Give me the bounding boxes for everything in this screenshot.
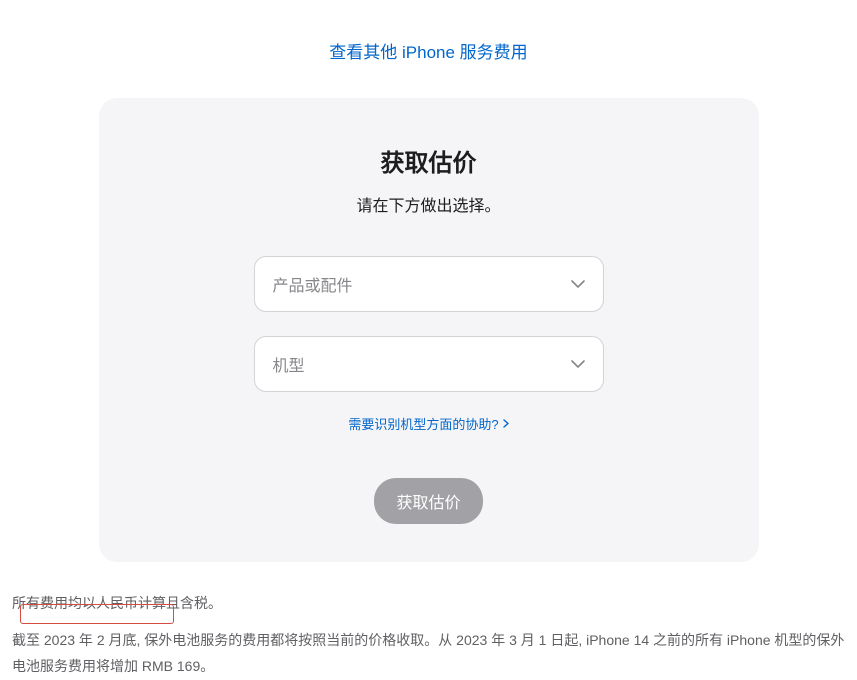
footer-notes: 所有费用均以人民币计算且含税。 截至 2023 年 2 月底, 保外电池服务的费… <box>0 562 857 680</box>
product-select[interactable]: 产品或配件 <box>254 256 604 312</box>
get-estimate-button[interactable]: 获取估价 <box>374 478 482 524</box>
view-other-services-link[interactable]: 查看其他 iPhone 服务费用 <box>329 43 527 62</box>
estimate-card: 获取估价 请在下方做出选择。 产品或配件 机型 需要识别机型方面的协助? 获取估… <box>99 98 759 562</box>
footer-line-2: 截至 2023 年 2 月底, 保外电池服务的费用都将按照当前的价格收取。从 2… <box>12 627 845 680</box>
chevron-right-icon <box>503 417 509 431</box>
card-subtitle: 请在下方做出选择。 <box>139 192 719 216</box>
product-select-placeholder: 产品或配件 <box>273 272 353 296</box>
help-link-text: 需要识别机型方面的协助? <box>348 414 498 433</box>
card-title: 获取估价 <box>139 143 719 178</box>
chevron-down-icon <box>571 360 585 368</box>
model-select-placeholder: 机型 <box>273 352 305 376</box>
chevron-down-icon <box>571 280 585 288</box>
identify-model-help-link[interactable]: 需要识别机型方面的协助? <box>348 414 508 433</box>
footer-line-1: 所有费用均以人民币计算且含税。 <box>12 590 845 617</box>
model-select[interactable]: 机型 <box>254 336 604 392</box>
